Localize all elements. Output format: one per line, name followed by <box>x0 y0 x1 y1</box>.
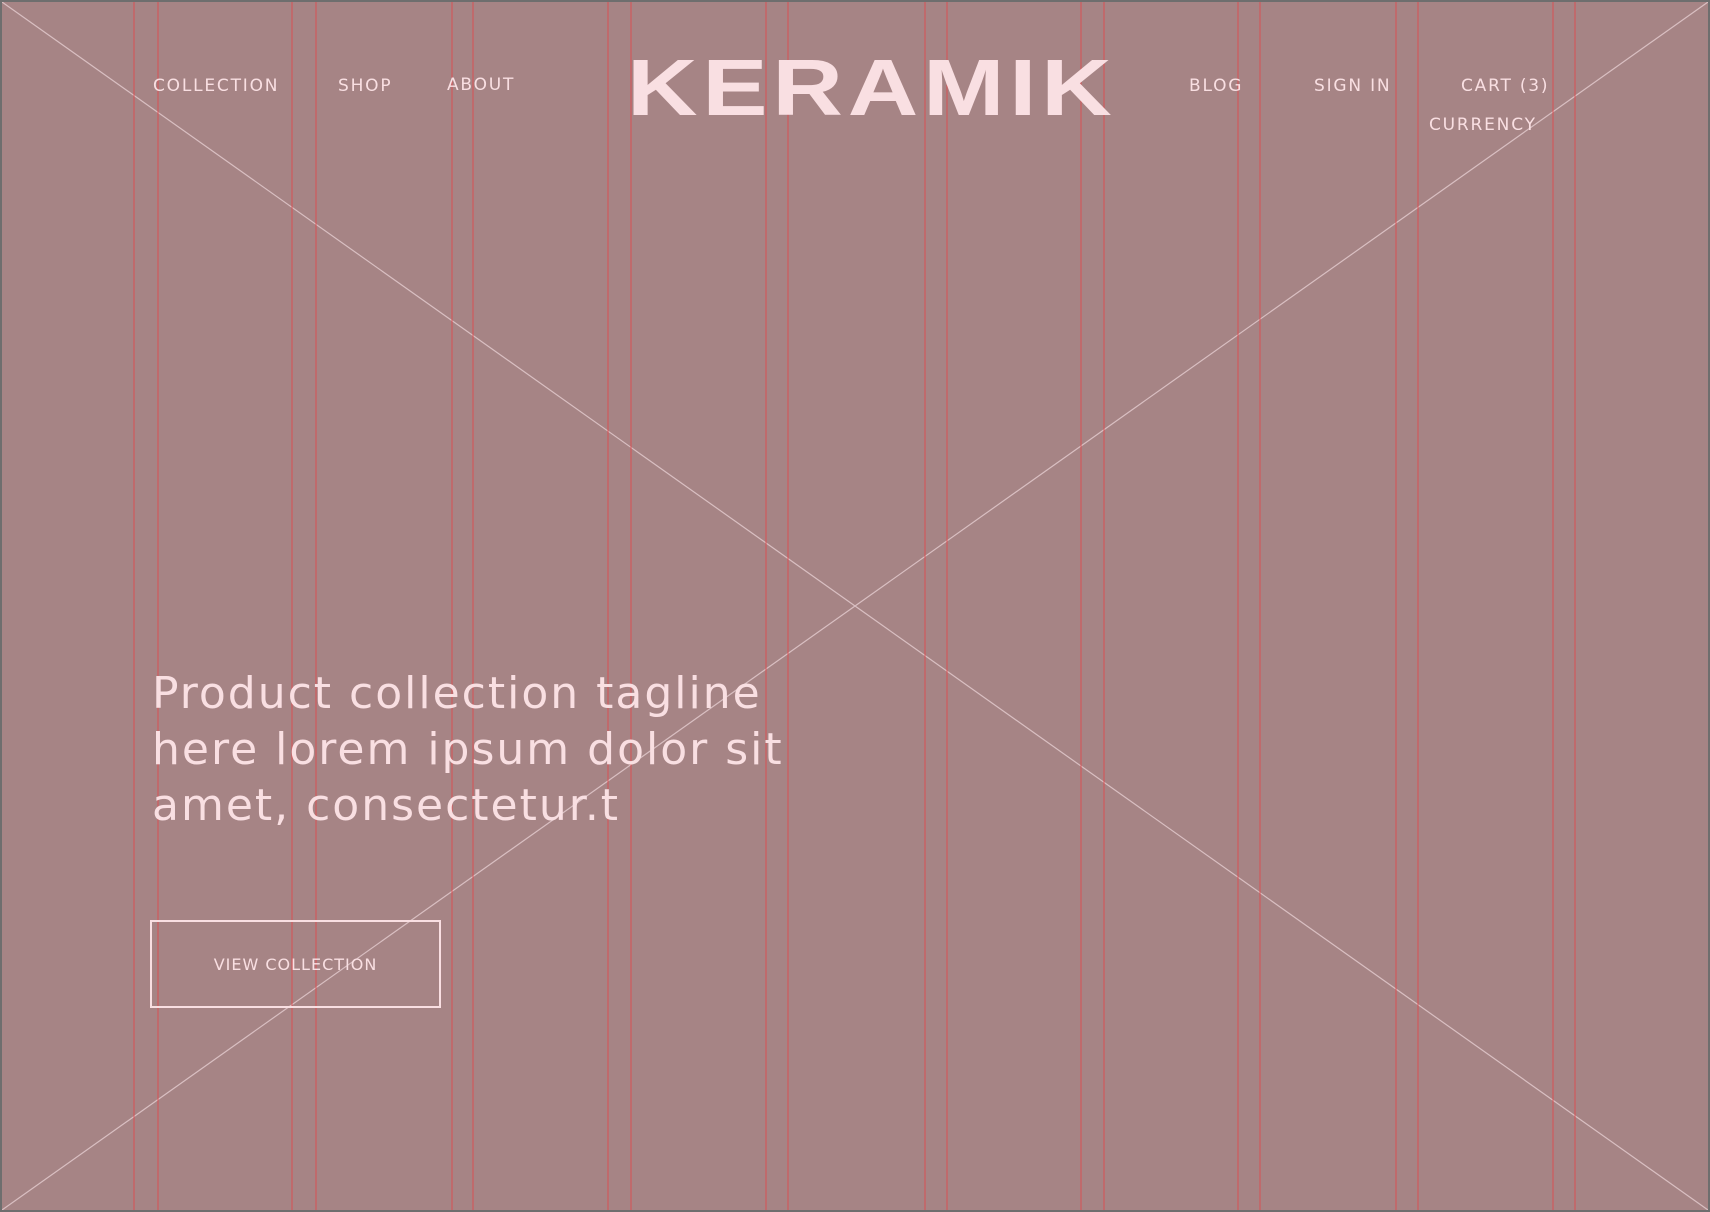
nav-item-about[interactable]: ABOUT <box>447 77 515 94</box>
nav-item-cart[interactable]: CART (3) <box>1461 78 1549 95</box>
image-placeholder-icon <box>2 2 1708 1210</box>
currency-selector[interactable]: CURRENCY <box>1429 117 1537 134</box>
hero-tagline: Product collection tagline here lorem ip… <box>152 666 952 834</box>
view-collection-label: VIEW COLLECTION <box>213 954 378 974</box>
tagline-line: here lorem ipsum dolor sit <box>152 724 784 775</box>
hero-section: COLLECTION SHOP ABOUT KERAMIK BLOG SIGN … <box>2 2 1708 1210</box>
tagline-line: Product collection tagline <box>152 668 762 719</box>
brand-logo[interactable]: KERAMIK <box>627 48 1188 128</box>
nav-item-shop[interactable]: SHOP <box>338 78 392 95</box>
nav-item-collection[interactable]: COLLECTION <box>153 78 279 95</box>
nav-item-blog[interactable]: BLOG <box>1189 78 1243 95</box>
view-collection-button[interactable]: VIEW COLLECTION <box>150 920 441 1008</box>
nav-item-sign-in[interactable]: SIGN IN <box>1314 78 1391 95</box>
tagline-line: amet, consectetur.t <box>152 780 621 831</box>
